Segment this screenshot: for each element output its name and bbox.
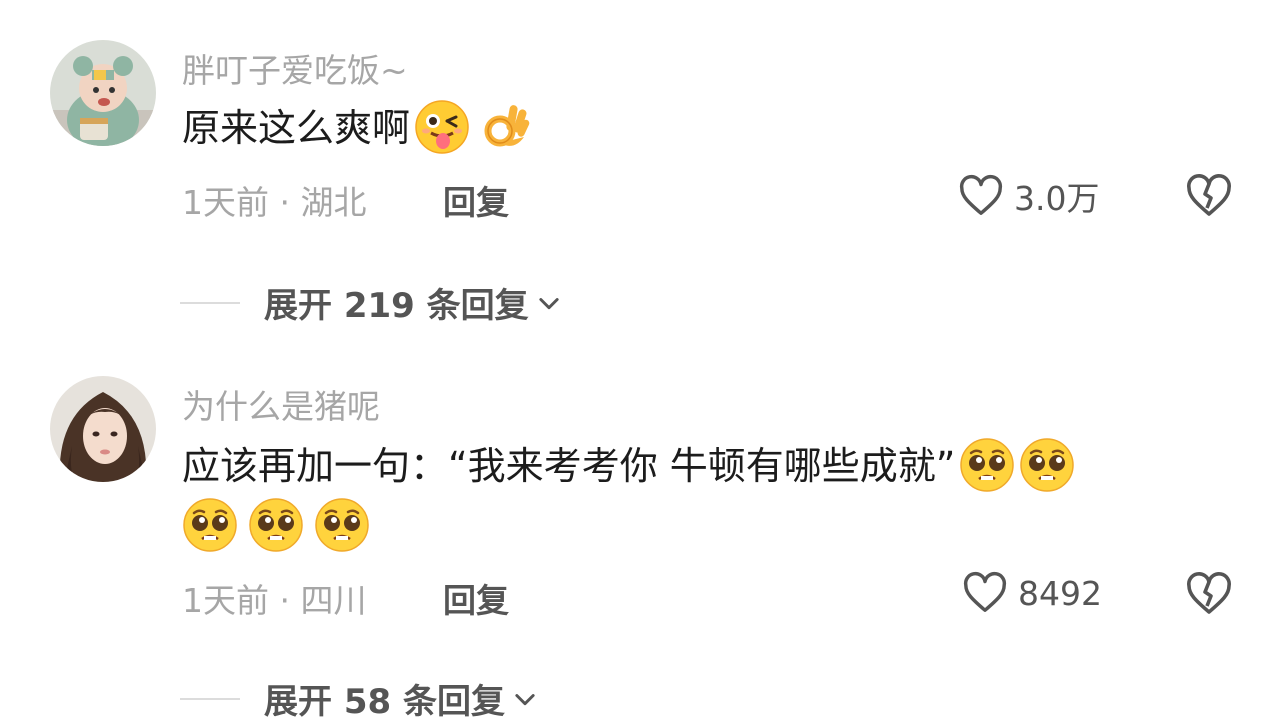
divider-line <box>180 301 240 304</box>
like-button[interactable]: 3.0万 <box>958 172 1099 220</box>
heart-icon <box>963 571 1007 612</box>
broken-heart-icon <box>1187 572 1231 614</box>
pleading-face-emoji <box>182 497 238 553</box>
dislike-button[interactable] <box>1185 570 1233 618</box>
avatar[interactable] <box>50 376 156 482</box>
comment-text-content: 应该再加一句：“我来考考你 牛顿有哪些成就” <box>182 444 956 488</box>
comment-text: 应该再加一句：“我来考考你 牛顿有哪些成就” <box>182 436 1262 556</box>
like-count: 8492 <box>1018 573 1102 613</box>
comment-text: 原来这么爽啊 <box>182 98 1262 158</box>
ok-hand-emoji <box>474 99 530 155</box>
broken-heart-icon <box>1187 174 1231 216</box>
username[interactable]: 为什么是猪呢 <box>182 380 380 428</box>
tongue-wink-emoji <box>414 99 470 155</box>
like-button[interactable]: 8492 <box>962 570 1102 616</box>
heart-icon <box>959 174 1003 215</box>
chevron-down-icon <box>515 693 535 705</box>
dislike-button[interactable] <box>1185 172 1233 220</box>
comment-text-content: 原来这么爽啊 <box>182 106 411 150</box>
pleading-face-emoji <box>1019 437 1075 493</box>
divider-line <box>180 697 240 700</box>
chevron-down-icon <box>539 297 559 309</box>
reply-button[interactable]: 回复 <box>443 176 509 224</box>
reply-button[interactable]: 回复 <box>443 574 509 622</box>
like-count: 3.0万 <box>1014 179 1100 218</box>
username[interactable]: 胖叮子爱吃饭~ <box>182 44 408 92</box>
pleading-face-emoji <box>959 437 1015 493</box>
comment-time-location: 1天前 · 湖北 <box>182 183 367 222</box>
pleading-face-emoji <box>314 497 370 553</box>
expand-replies-button[interactable]: 展开 58 条回复 <box>180 674 539 723</box>
expand-replies-button[interactable]: 展开 219 条回复 <box>180 278 563 327</box>
pleading-face-emoji <box>248 497 304 553</box>
expand-replies-label: 展开 219 条回复 <box>264 286 529 326</box>
avatar[interactable] <box>50 40 156 146</box>
comment-time-location: 1天前 · 四川 <box>182 581 367 620</box>
expand-replies-label: 展开 58 条回复 <box>264 682 505 722</box>
